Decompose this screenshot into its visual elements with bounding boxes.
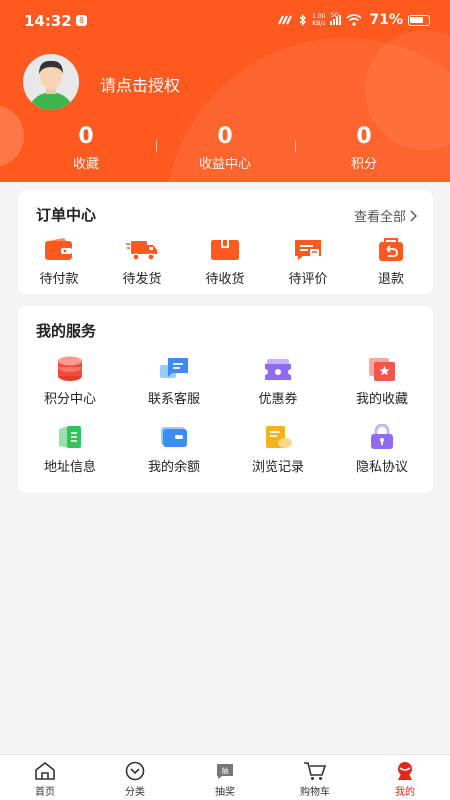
- truck-icon: [126, 241, 157, 261]
- signal-icon: 5G: [330, 12, 342, 25]
- bottom-tab-bar: 首页 分类 抽 抽奖 购物车 我的: [0, 754, 450, 800]
- stat-label: 积分: [350, 157, 377, 172]
- login-prompt[interactable]: 请点击授权: [100, 72, 180, 96]
- tab-home[interactable]: 首页: [0, 761, 90, 798]
- address-icon: [59, 426, 81, 448]
- cart-icon: [304, 762, 327, 780]
- status-bar: 14:32 8 1.00 KB/s 5G 71%: [0, 0, 450, 40]
- stat-favorites[interactable]: 0 收藏: [16, 124, 156, 172]
- network-speed: 1.00 KB/s: [312, 13, 326, 27]
- stat-label: 收益中心: [198, 157, 251, 172]
- bluetooth-icon: [299, 14, 307, 26]
- favorites-icon: [369, 358, 395, 381]
- tab-lottery[interactable]: 抽 抽奖: [180, 761, 270, 798]
- order-pending-payment[interactable]: 待付款: [18, 238, 100, 287]
- history-icon: [266, 426, 292, 448]
- coupon-icon: [265, 359, 291, 380]
- battery-icon: [408, 14, 430, 26]
- avatar-icon[interactable]: [16, 54, 86, 110]
- tab-cart[interactable]: 购物车: [270, 761, 360, 798]
- privacy-lock-icon: [371, 424, 393, 449]
- notification-badge-icon: 8: [76, 15, 87, 26]
- stat-earnings[interactable]: 0 收益中心: [155, 124, 295, 172]
- profile-icon: [398, 762, 412, 780]
- service-points-center[interactable]: 积分中心: [18, 356, 122, 407]
- services-title: 我的服务: [36, 322, 97, 340]
- status-icons: 1.00 KB/s 5G 71%: [278, 12, 430, 28]
- service-customer-support[interactable]: 联系客服: [122, 356, 226, 407]
- service-balance[interactable]: 我的余额: [122, 424, 226, 475]
- lottery-icon: 抽: [217, 764, 233, 779]
- balance-icon: [161, 427, 187, 447]
- order-pending-shipment[interactable]: 待发货: [101, 238, 183, 287]
- package-icon: [211, 240, 239, 260]
- tab-profile[interactable]: 我的: [360, 761, 450, 798]
- tab-category[interactable]: 分类: [90, 761, 180, 798]
- service-privacy-policy[interactable]: 隐私协议: [330, 424, 434, 475]
- service-favorites[interactable]: 我的收藏: [330, 356, 434, 407]
- svg-text:抽: 抽: [222, 766, 229, 775]
- chevron-right-icon: [410, 210, 417, 221]
- order-center-card: 订单中心 查看全部 待付款 待发货 待收货 待评价 退款: [18, 190, 433, 294]
- profile-header: 14:32 8 1.00 KB/s 5G 71% 请点击授权 0 收藏 0 收益…: [0, 0, 450, 182]
- home-icon: [35, 761, 55, 780]
- refund-icon: [379, 238, 403, 261]
- nfc-icon: [278, 15, 293, 25]
- review-icon: [295, 240, 321, 260]
- stat-value: 0: [78, 124, 94, 149]
- service-address[interactable]: 地址信息: [18, 424, 122, 475]
- stat-points[interactable]: 0 积分: [294, 124, 434, 172]
- chat-icon: [160, 358, 188, 378]
- order-pending-receipt[interactable]: 待收货: [184, 238, 266, 287]
- view-all-orders-link[interactable]: 查看全部: [354, 206, 417, 225]
- service-browse-history[interactable]: 浏览记录: [226, 424, 330, 475]
- wallet-icon: [45, 238, 72, 260]
- category-icon: [125, 761, 145, 781]
- services-card: 我的服务 积分中心 联系客服 优惠券 我的收藏 地址信息 我的余额 浏览记录 隐…: [18, 306, 433, 493]
- battery-level: 71%: [369, 12, 403, 28]
- order-center-title: 订单中心: [36, 206, 97, 224]
- status-time: 14:32: [24, 12, 72, 30]
- stat-label: 收藏: [72, 157, 99, 172]
- order-refund[interactable]: 退款: [350, 238, 432, 287]
- wifi-icon: [346, 14, 363, 26]
- service-coupons[interactable]: 优惠券: [226, 356, 330, 407]
- stat-value: 0: [217, 124, 233, 149]
- order-pending-review[interactable]: 待评价: [267, 238, 349, 287]
- stat-value: 0: [356, 124, 372, 149]
- points-icon: [58, 356, 82, 381]
